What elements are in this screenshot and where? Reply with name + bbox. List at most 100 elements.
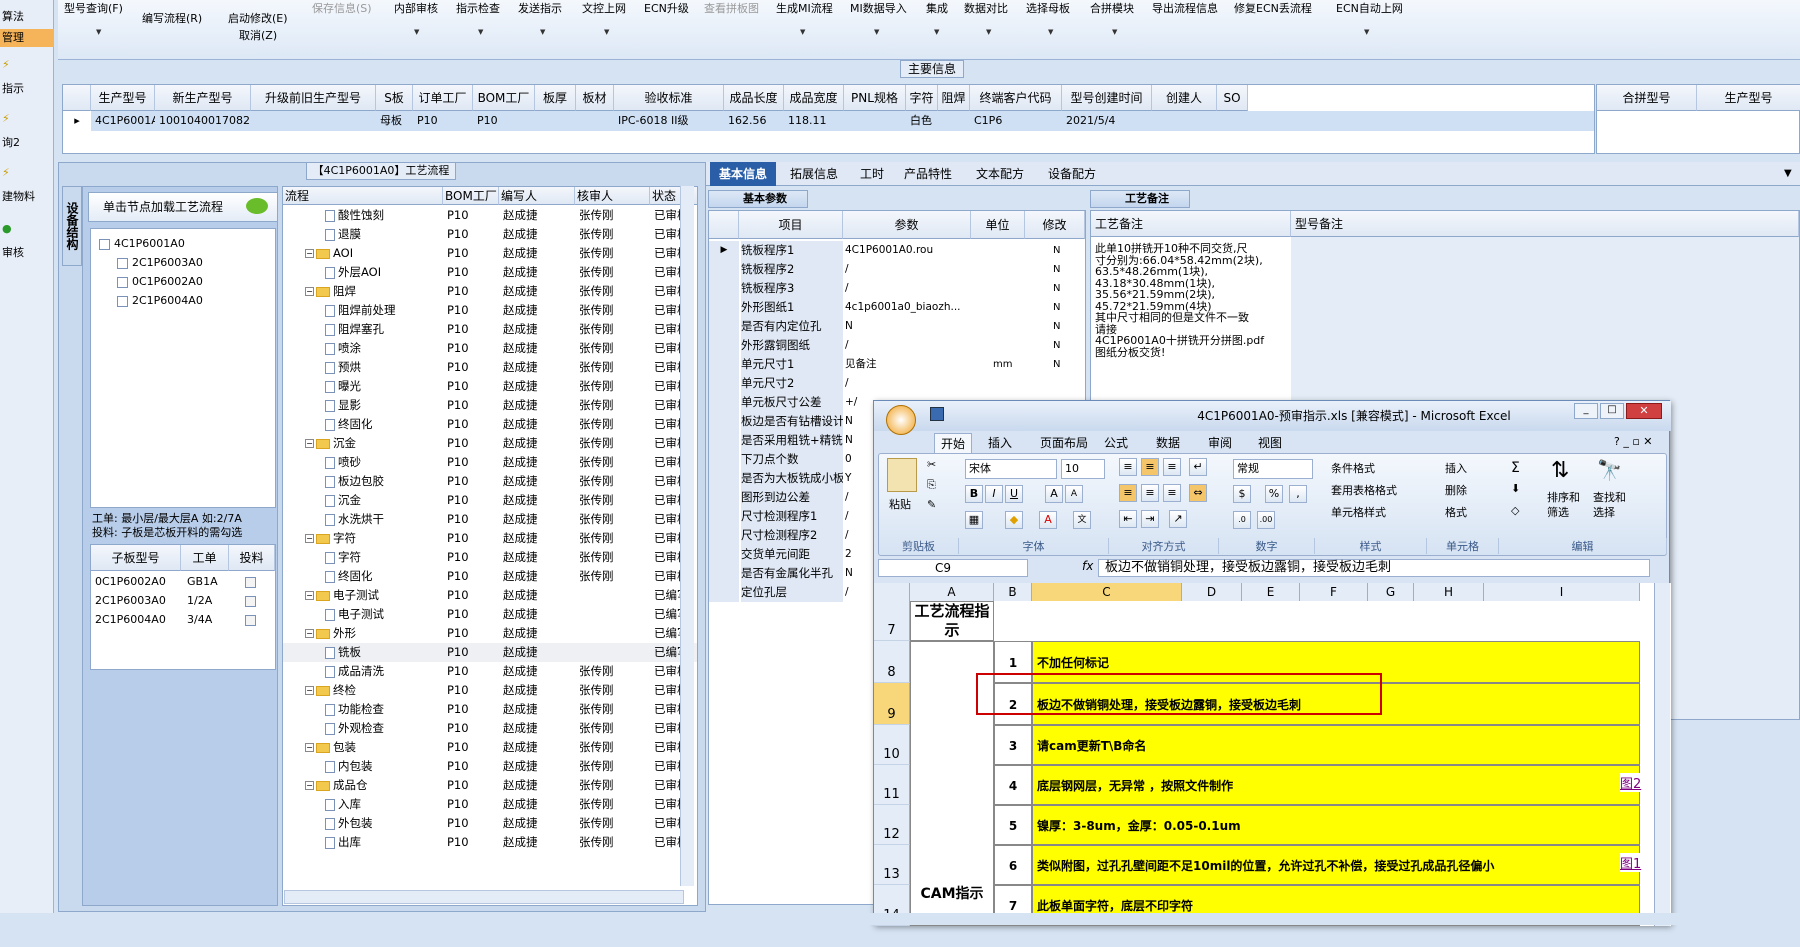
table-row[interactable]: 喷砂 P10 赵成捷 张传刚 已审核 xyxy=(283,453,697,472)
name-box[interactable]: C9 xyxy=(878,559,1028,577)
italic-button[interactable]: I xyxy=(985,485,1003,503)
excel-vscrollbar[interactable] xyxy=(1654,583,1670,926)
fill-icon[interactable]: ⬇ xyxy=(1511,482,1520,495)
minimize-icon[interactable]: _ xyxy=(1574,403,1598,419)
table-row[interactable]: 退膜 P10 赵成捷 张传刚 已审核 xyxy=(283,225,697,244)
row-header[interactable]: 11 xyxy=(874,765,910,805)
column-header[interactable]: 生产型号 xyxy=(91,85,155,111)
decrease-indent-icon[interactable]: ⇤ xyxy=(1119,510,1137,528)
align-bottom-icon[interactable]: ≡ xyxy=(1163,458,1181,476)
table-format-button[interactable]: 套用表格格式 xyxy=(1331,482,1397,498)
align-center-icon[interactable]: ≡ xyxy=(1141,484,1159,502)
column-header[interactable]: H xyxy=(1414,583,1484,601)
table-row[interactable]: 外层AOI P10 赵成捷 张传刚 已审核 xyxy=(283,263,697,282)
column-header[interactable]: 成品宽度 xyxy=(784,85,844,111)
column-header[interactable]: BOM工厂 xyxy=(473,85,535,111)
nav-item-manage[interactable]: 管理 xyxy=(0,29,54,47)
column-header[interactable]: 投料 xyxy=(229,545,275,571)
tree-node[interactable]: 4C1P6001A0 xyxy=(99,237,185,250)
tree-node[interactable]: 2C1P6004A0 xyxy=(117,294,203,307)
figure-link[interactable]: 图2 xyxy=(1620,773,1642,792)
table-row[interactable]: 外形露铜图纸 / N xyxy=(709,336,1085,355)
row-header[interactable]: 13 xyxy=(874,845,910,885)
column-header[interactable]: 项目 xyxy=(739,211,843,239)
border-icon[interactable]: ▦ xyxy=(965,511,983,529)
table-row[interactable]: 水洗烘干 P10 赵成捷 张传刚 已审核 xyxy=(283,510,697,529)
column-header[interactable]: 核审人 xyxy=(575,187,650,205)
column-header[interactable]: 订单工厂 xyxy=(413,85,473,111)
table-row[interactable]: − 成品仓 P10 赵成捷 张传刚 已审核 xyxy=(283,776,697,795)
table-row[interactable]: − 外形 P10 赵成捷 已编写 xyxy=(283,624,697,643)
collapse-icon[interactable]: − xyxy=(305,534,314,543)
column-header[interactable]: A xyxy=(910,583,994,601)
find-select-icon[interactable]: 🔭 xyxy=(1597,458,1622,482)
tree-node[interactable]: 2C1P6003A0 xyxy=(117,256,203,269)
wrap-text-icon[interactable]: ↵ xyxy=(1189,458,1207,476)
align-right-icon[interactable]: ≡ xyxy=(1163,484,1181,502)
function-icon[interactable]: fx xyxy=(1082,559,1093,573)
column-header[interactable]: 型号创建时间 xyxy=(1062,85,1152,111)
chevron-down-icon[interactable]: ▼ xyxy=(540,28,545,36)
formula-bar[interactable]: 板边不做销铜处理，接受板边露铜，接受板边毛刺 xyxy=(1098,559,1650,577)
column-header[interactable]: 验收标准 xyxy=(614,85,724,111)
decrease-decimal-icon[interactable]: .00 xyxy=(1257,511,1275,529)
integrate-button[interactable]: 集成 xyxy=(926,0,948,16)
doc-control-button[interactable]: 文控上网 xyxy=(582,0,626,16)
column-header[interactable]: 参数 xyxy=(843,211,971,239)
nav-item-material[interactable]: 建物料 xyxy=(0,188,54,204)
column-header[interactable]: 字符 xyxy=(906,85,938,111)
table-row[interactable]: 出库 P10 赵成捷 张传刚 已审核 xyxy=(283,833,697,852)
table-row[interactable]: 铣板 P10 赵成捷 已编写 xyxy=(283,643,697,662)
table-row[interactable]: 板边包胶 P10 赵成捷 张传刚 已审核 xyxy=(283,472,697,491)
table-row[interactable]: − AOI P10 赵成捷 张传刚 已审核 xyxy=(283,244,697,263)
tab-4[interactable]: 文本配方 xyxy=(968,162,1032,186)
help-icon[interactable]: ? _ ▫ ✕ xyxy=(1614,435,1653,448)
column-header[interactable]: BOM工厂 xyxy=(443,187,499,205)
collapse-icon[interactable]: − xyxy=(305,686,314,695)
column-header[interactable]: D xyxy=(1182,583,1242,601)
tab-0[interactable]: 基本信息 xyxy=(710,162,776,186)
export-flow-button[interactable]: 导出流程信息 xyxy=(1152,0,1218,16)
column-header[interactable]: 单位 xyxy=(971,211,1025,239)
sort-filter-icon[interactable]: ⇅ xyxy=(1551,458,1569,483)
view-panel-button[interactable]: 查看拼板图 xyxy=(704,0,759,16)
table-row[interactable]: 内包装 P10 赵成捷 张传刚 已审核 xyxy=(283,757,697,776)
write-flow-button[interactable]: 编写流程(R) xyxy=(142,10,202,26)
insert-cells-button[interactable]: 插入 xyxy=(1445,460,1467,476)
chat-bubble-icon[interactable] xyxy=(246,198,268,214)
row-header[interactable]: 10 xyxy=(874,725,910,765)
chevron-down-icon[interactable]: ▼ xyxy=(874,28,879,36)
table-row[interactable]: − 包装 P10 赵成捷 张传刚 已审核 xyxy=(283,738,697,757)
tree-node[interactable]: 0C1P6002A0 xyxy=(117,275,203,288)
nav-item-instruction[interactable]: 指示 xyxy=(0,80,54,96)
fix-ecn-button[interactable]: 修复ECN丢流程 xyxy=(1234,0,1312,16)
align-left-icon[interactable]: ≡ xyxy=(1119,484,1137,502)
table-row[interactable]: 曝光 P10 赵成捷 张传刚 已审核 xyxy=(283,377,697,396)
instruction-check-button[interactable]: 指示检查 xyxy=(456,0,500,16)
column-header[interactable]: I xyxy=(1484,583,1640,601)
increase-decimal-icon[interactable]: .0 xyxy=(1233,511,1251,529)
figure-link[interactable]: 图1 xyxy=(1620,853,1642,872)
maximize-icon[interactable]: □ xyxy=(1600,403,1624,419)
close-icon[interactable]: ✕ xyxy=(1626,403,1662,419)
gen-mi-flow-button[interactable]: 生成MI流程 xyxy=(776,0,833,16)
excel-tab-5[interactable]: 审阅 xyxy=(1202,433,1238,453)
collapse-icon[interactable]: − xyxy=(305,591,314,600)
chevron-down-icon[interactable]: ▼ xyxy=(934,28,939,36)
ecn-upgrade-button[interactable]: ECN升级 xyxy=(644,0,689,16)
collapse-icon[interactable]: − xyxy=(305,743,314,752)
nav-item-algo[interactable]: 算法 xyxy=(0,8,54,24)
instruction-text[interactable]: 底层钢网层，无异常 ，按照文件制作 xyxy=(1032,765,1640,805)
table-row[interactable]: 入库 P10 赵成捷 张传刚 已审核 xyxy=(283,795,697,814)
data-compare-button[interactable]: 数据对比 xyxy=(964,0,1008,16)
nav-item-query2[interactable]: 询2 xyxy=(0,134,54,150)
column-header[interactable]: 工单 xyxy=(181,545,229,571)
excel-tab-6[interactable]: 视图 xyxy=(1252,433,1288,453)
table-row[interactable]: 喷涂 P10 赵成捷 张传刚 已审核 xyxy=(283,339,697,358)
table-row[interactable]: 成品清洗 P10 赵成捷 张传刚 已审核 xyxy=(283,662,697,681)
column-header[interactable]: 板材 xyxy=(576,85,614,111)
save-icon[interactable] xyxy=(930,407,944,421)
comma-icon[interactable]: , xyxy=(1289,485,1307,503)
table-row[interactable]: 铣板程序3/ N xyxy=(709,279,1085,298)
table-row[interactable]: 终固化 P10 赵成捷 张传刚 已审核 xyxy=(283,415,697,434)
